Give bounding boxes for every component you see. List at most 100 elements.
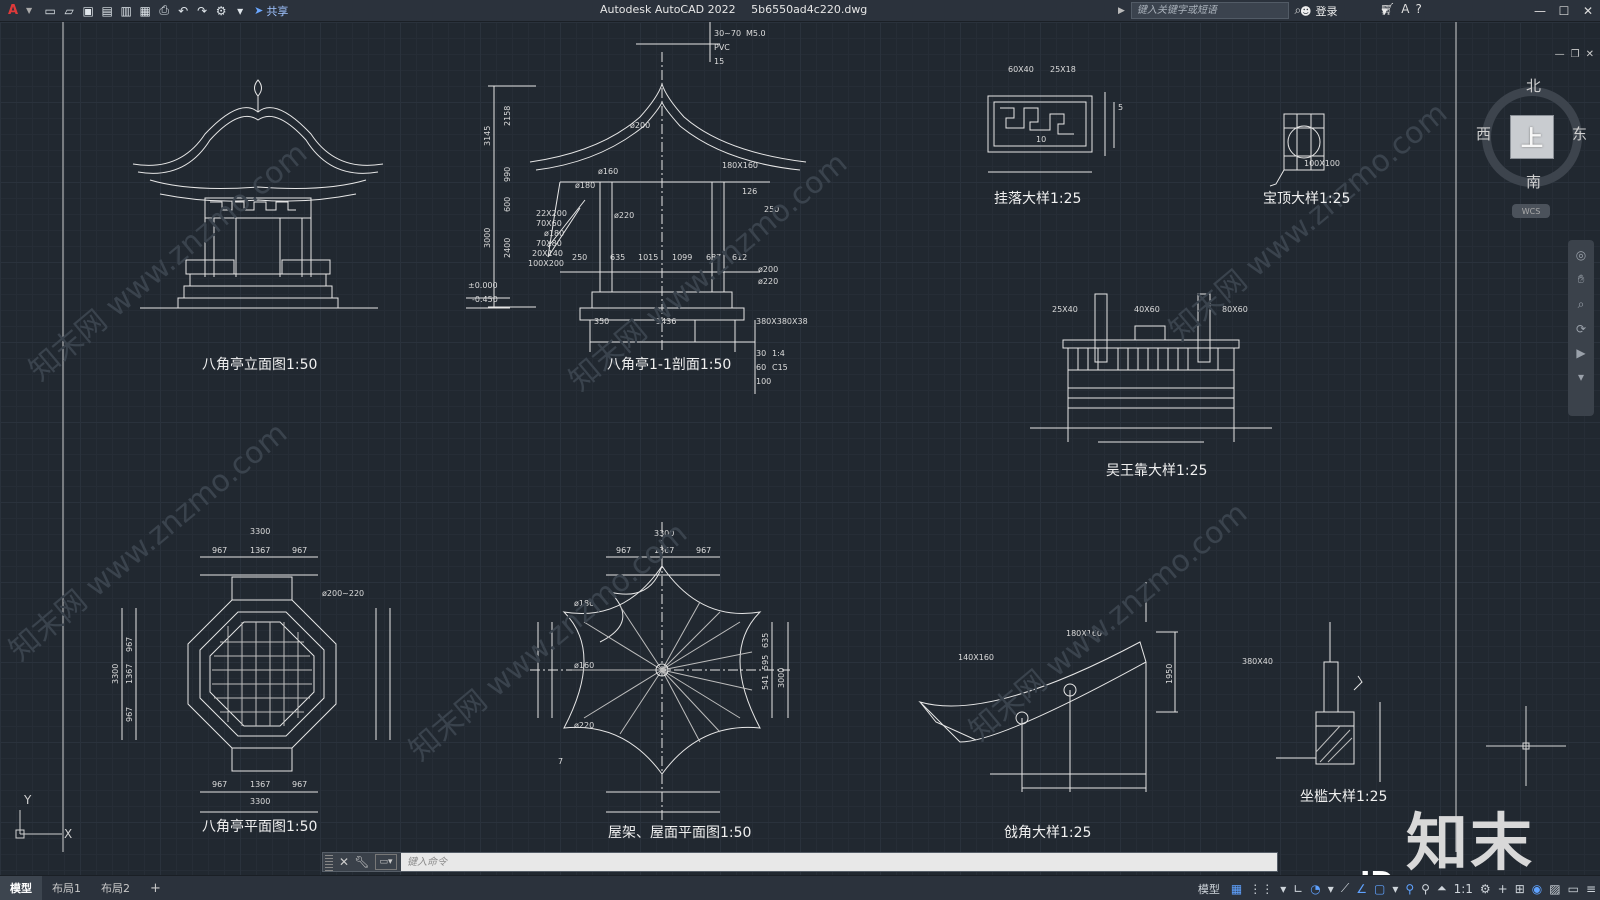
- help-icon[interactable]: ?: [1415, 2, 1421, 16]
- new-file-icon[interactable]: ▭: [42, 3, 58, 19]
- viewcube[interactable]: 上 北 南 西 东 WCS: [1472, 77, 1592, 227]
- hardware-accel-icon[interactable]: ▨: [1549, 882, 1560, 896]
- label-finial-detail: 宝顶大样1:25: [1263, 191, 1351, 207]
- dim-plan-bottom-0: 967: [212, 780, 227, 789]
- viewcube-top-face[interactable]: 上: [1510, 115, 1554, 159]
- dim-section-member-3: 70X80: [536, 239, 562, 248]
- dim-section-member-1: 70X60: [536, 219, 562, 228]
- customize-menu-icon[interactable]: ≡: [1586, 882, 1596, 896]
- doc-close-icon[interactable]: ✕: [1586, 49, 1594, 60]
- dim-plan-side-2: 967: [125, 707, 134, 722]
- a360-icon[interactable]: A: [1401, 2, 1409, 16]
- clean-screen-icon[interactable]: ▭: [1568, 882, 1579, 896]
- redo-icon[interactable]: ↷: [194, 3, 210, 19]
- dim-section-member-0: 22X200: [536, 209, 567, 218]
- save-as-icon[interactable]: ▤: [99, 3, 115, 19]
- tab-layout-1[interactable]: 布局1: [42, 876, 91, 900]
- navbar-menu-icon[interactable]: ▾: [1578, 370, 1584, 384]
- dim-roof-right-1: 595: [761, 655, 770, 670]
- search-input[interactable]: [1130, 2, 1289, 19]
- isodraft-icon[interactable]: ⟋: [1341, 881, 1349, 896]
- command-input[interactable]: [401, 853, 1277, 871]
- compass-east[interactable]: 东: [1572, 123, 1587, 144]
- osnap-chevron-icon[interactable]: ▾: [1392, 882, 1398, 896]
- osnap-icon[interactable]: ▢: [1374, 882, 1385, 896]
- open-web-icon[interactable]: ▥: [118, 3, 134, 19]
- save-web-icon[interactable]: ▦: [137, 3, 153, 19]
- share-button[interactable]: ➤ 共享: [254, 3, 288, 19]
- dim-section-left-4: 3000: [483, 228, 492, 248]
- autoscale-icon[interactable]: ⚲: [1421, 882, 1430, 896]
- cad-drawing: 30~70 M5.0 PVC 15 ø200 ø160 ø180 ø220 18…: [3, 22, 1566, 852]
- dim-section-level-0: ±0.000: [468, 281, 498, 290]
- search-area: ▶ ⌕: [1118, 2, 1307, 19]
- document-window-controls: — ❐ ✕: [1555, 49, 1594, 60]
- tab-layout-2[interactable]: 布局2: [91, 876, 140, 900]
- app-menu-chevron-icon[interactable]: ▼: [26, 6, 32, 15]
- zoom-icon[interactable]: ⌕: [1578, 297, 1585, 312]
- autocad-logo-button[interactable]: A: [0, 0, 26, 22]
- snap-icon[interactable]: ⋮⋮: [1249, 882, 1273, 896]
- units-icon[interactable]: ⊞: [1515, 882, 1525, 896]
- dim-section-right-0: ø200: [758, 265, 778, 274]
- dim-section-callout-2: ø180: [575, 181, 595, 190]
- grid-icon[interactable]: ▦: [1231, 882, 1242, 896]
- annotation-visibility-icon[interactable]: ⚲: [1405, 882, 1414, 896]
- dim-section-base-2: 380X380X38: [756, 317, 808, 326]
- command-close-icon[interactable]: ✕: [335, 855, 353, 869]
- annotation-scale-value[interactable]: 1:1: [1454, 882, 1473, 896]
- dim-section-base-7: 100: [756, 377, 771, 386]
- orbit-icon[interactable]: ⟳: [1576, 322, 1586, 336]
- dim-section-top-1: M5.0: [746, 29, 766, 38]
- tab-model[interactable]: 模型: [0, 875, 42, 900]
- polar-chevron-icon[interactable]: ▾: [1328, 882, 1334, 896]
- dim-roof-right-5: 3000: [777, 668, 786, 688]
- share-icon: ➤: [254, 4, 264, 17]
- model-space-toggle[interactable]: 模型: [1198, 881, 1220, 897]
- workspace-icon[interactable]: ⚙: [213, 3, 229, 19]
- undo-icon[interactable]: ↶: [175, 3, 191, 19]
- wcs-menu[interactable]: WCS: [1512, 204, 1550, 218]
- command-customize-icon[interactable]: 🔧︎: [353, 855, 371, 869]
- cart-icon[interactable]: 🛒︎: [1380, 2, 1395, 16]
- dim-plan-bottom-2: 967: [292, 780, 307, 789]
- command-line-grip[interactable]: [325, 853, 333, 871]
- steering-wheel-icon[interactable]: ◎: [1576, 248, 1586, 262]
- background-watermark: 知末网 www.znzmo.com 知末网 www.znzmo.com 知末网 …: [3, 96, 1454, 768]
- customize-chevron-icon[interactable]: ▾: [232, 3, 248, 19]
- dim-section-base-0: 350: [594, 317, 609, 326]
- pan-icon[interactable]: ✋︎: [1578, 272, 1585, 287]
- workspace-gear-icon[interactable]: ⚙: [1480, 882, 1491, 896]
- plot-icon[interactable]: ⎙: [156, 3, 172, 19]
- svg-text:知末网 www.znzmo.com: 知末网 www.znzmo.com: [1163, 96, 1454, 348]
- compass-south[interactable]: 南: [1526, 171, 1541, 192]
- dim-plan-side-1: 1367: [125, 664, 134, 684]
- recent-commands-icon[interactable]: ▭▾: [375, 854, 397, 870]
- doc-restore-icon[interactable]: ❐: [1571, 49, 1580, 60]
- open-folder-icon[interactable]: ▱: [61, 3, 77, 19]
- dim-section-base-4: 1:4: [772, 349, 785, 358]
- doc-minimize-icon[interactable]: —: [1555, 49, 1565, 60]
- dim-plan-top-2: 1367: [250, 546, 270, 555]
- polar-icon[interactable]: ◔: [1310, 882, 1320, 896]
- ortho-icon[interactable]: ∟: [1293, 882, 1303, 896]
- isolate-objects-icon[interactable]: ◉: [1532, 882, 1542, 896]
- compass-north[interactable]: 北: [1526, 75, 1541, 96]
- drawing-canvas[interactable]: 30~70 M5.0 PVC 15 ø200 ø160 ø180 ø220 18…: [0, 22, 1600, 900]
- annotation-monitor-icon[interactable]: +: [1498, 882, 1508, 896]
- add-layout-icon[interactable]: +: [140, 876, 171, 900]
- minimize-icon[interactable]: —: [1528, 0, 1552, 22]
- snap-chevron-icon[interactable]: ▾: [1280, 882, 1286, 896]
- close-icon[interactable]: ✕: [1576, 0, 1600, 22]
- compass-west[interactable]: 西: [1476, 123, 1491, 144]
- maximize-icon[interactable]: ☐: [1552, 0, 1576, 22]
- annotation-scale-icon[interactable]: ⏶: [1437, 881, 1447, 896]
- showmotion-icon[interactable]: ▶: [1576, 346, 1585, 360]
- login-label: 登录: [1315, 5, 1338, 18]
- save-icon[interactable]: ▣: [80, 3, 96, 19]
- search-expand-icon[interactable]: ▶: [1118, 6, 1125, 16]
- osnap-tracking-icon[interactable]: ∠: [1356, 882, 1367, 896]
- svg-text:知末网 www.znzmo.com: 知末网 www.znzmo.com: [963, 496, 1254, 748]
- user-login-button[interactable]: ☻ 登录 ▼: [1300, 3, 1388, 19]
- dim-hanging-2: 10: [1036, 135, 1046, 144]
